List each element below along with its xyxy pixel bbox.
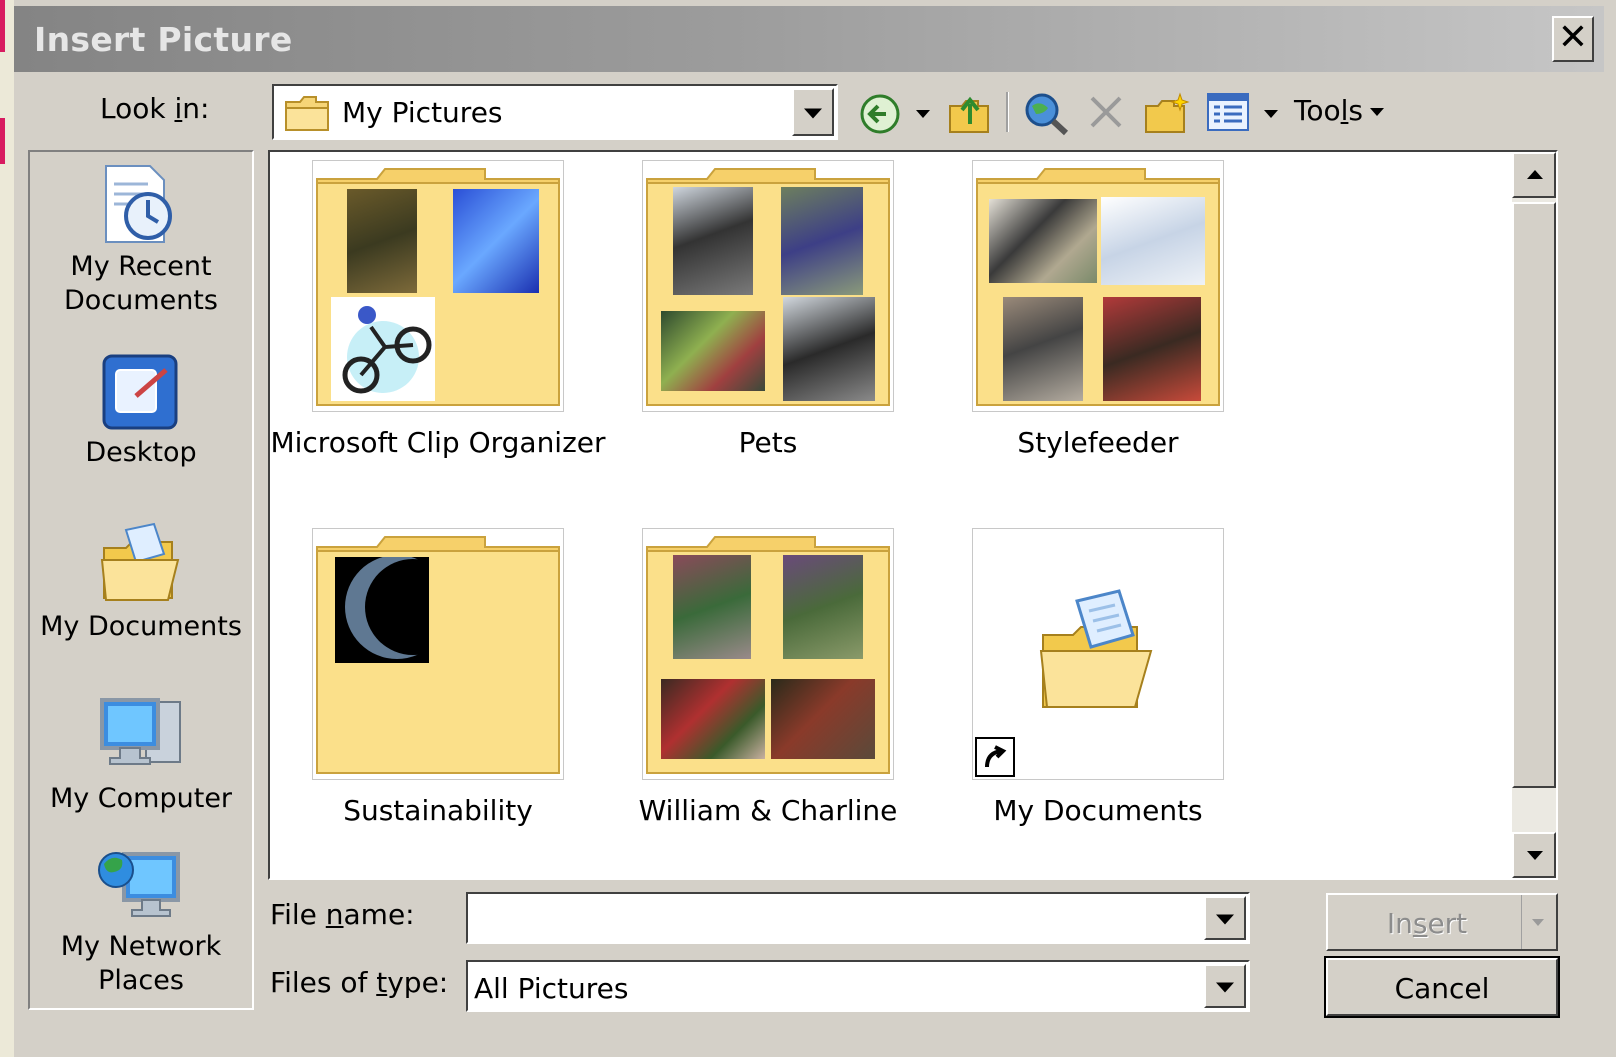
edge-accent: [0, 0, 5, 52]
file-name-label: File name:: [270, 898, 415, 931]
close-button[interactable]: ✕: [1552, 16, 1594, 62]
place-label: My Network: [60, 931, 222, 962]
my-documents-icon: [100, 522, 180, 601]
back-icon[interactable]: [858, 92, 902, 136]
look-in-combo[interactable]: My Pictures: [272, 84, 838, 140]
places-bar: My Recent Documents Desktop My Documents…: [28, 150, 254, 1010]
toolbar-separator: [1006, 92, 1009, 132]
thumbnail-photo: [781, 187, 863, 295]
file-name-combo[interactable]: [466, 892, 1250, 944]
folder-thumbnail: [312, 528, 564, 780]
desktop-icon: [102, 354, 178, 430]
thumbnail-photo: [673, 187, 753, 295]
edge-accent: [0, 118, 5, 164]
thumbnail-photo: [783, 555, 863, 659]
place-label: Places: [98, 965, 184, 996]
place-label: Desktop: [85, 437, 197, 468]
network-places-icon: [98, 852, 180, 917]
search-web-icon[interactable]: [1022, 90, 1070, 136]
insert-options-dropdown[interactable]: [1521, 895, 1556, 949]
thumbnail-photo: [783, 297, 875, 401]
thumbnail-photo: [453, 189, 539, 293]
cancel-button-label: Cancel: [1394, 972, 1490, 1005]
folder-icon: [285, 96, 329, 131]
thumbnail-clipart: [331, 297, 435, 401]
look-in-label: Look in:: [100, 92, 210, 125]
folder-thumbnail: [642, 160, 894, 412]
thumbnail-photo: [1103, 297, 1201, 401]
scroll-down-button[interactable]: [1512, 832, 1556, 878]
file-item-label: Pets: [738, 426, 798, 459]
files-of-type-dropdown-button[interactable]: [1204, 964, 1246, 1008]
cancel-button[interactable]: Cancel: [1324, 956, 1560, 1018]
views-icon[interactable]: [1206, 92, 1250, 132]
file-item-label: William & Charline: [638, 794, 898, 827]
place-label: My Documents: [40, 611, 242, 642]
place-my-computer[interactable]: My Computer: [30, 692, 252, 816]
page-edge-strip: [0, 0, 14, 1057]
delete-icon[interactable]: [1088, 94, 1124, 130]
shortcut-arrow-icon: [975, 737, 1015, 777]
vertical-scrollbar[interactable]: [1512, 152, 1556, 878]
thumbnail-photo: [661, 311, 765, 391]
thumbnail-photo: [661, 679, 765, 759]
place-my-recent-documents[interactable]: My Recent Documents: [30, 160, 252, 318]
new-folder-icon[interactable]: [1142, 90, 1190, 136]
place-my-network-places[interactable]: My Network Places: [30, 844, 252, 998]
thumbnail-photo: [1101, 197, 1205, 285]
file-item-label: Stylefeeder: [1017, 426, 1179, 459]
tools-menu[interactable]: Tools: [1294, 94, 1363, 127]
thumbnail-photo: [673, 555, 751, 659]
title-bar: Insert Picture ✕: [14, 6, 1604, 72]
file-item-label: Sustainability: [343, 794, 533, 827]
files-of-type-combo[interactable]: All Pictures: [466, 960, 1250, 1012]
scrollbar-thumb[interactable]: [1512, 202, 1556, 788]
file-item-label: Microsoft Clip Organizer: [270, 426, 606, 459]
thumbnail-photo: [989, 199, 1097, 283]
file-name-dropdown-button[interactable]: [1204, 896, 1246, 940]
place-label: My Recent: [70, 251, 212, 282]
recent-documents-icon: [105, 165, 172, 243]
place-label: Documents: [64, 285, 218, 316]
views-dropdown-icon[interactable]: [1264, 110, 1278, 118]
close-icon: ✕: [1557, 17, 1589, 58]
place-label: My Computer: [49, 783, 233, 814]
thumbnail-photo: [1003, 297, 1083, 401]
place-my-documents[interactable]: My Documents: [30, 520, 252, 644]
arrow-up-icon: [1527, 170, 1543, 179]
file-list-view[interactable]: Microsoft Clip Organizer Pets Stylefeede…: [268, 150, 1558, 880]
arrow-down-icon: [1527, 851, 1543, 860]
folder-thumbnail: [642, 528, 894, 780]
insert-button[interactable]: Insert: [1326, 893, 1558, 951]
folder-thumbnail: [972, 160, 1224, 412]
insert-button-label: Insert: [1386, 907, 1468, 940]
shortcut-thumbnail: [972, 528, 1224, 780]
look-in-value: My Pictures: [342, 96, 503, 129]
my-computer-icon: [100, 698, 181, 765]
thumbnail-photo: [335, 557, 429, 663]
files-of-type-label: Files of type:: [270, 966, 449, 999]
back-dropdown-icon[interactable]: [916, 110, 930, 118]
my-documents-icon: [1039, 589, 1153, 708]
up-one-level-icon[interactable]: [946, 90, 992, 136]
files-of-type-value: All Pictures: [474, 972, 629, 1005]
scroll-up-button[interactable]: [1512, 152, 1556, 198]
tools-dropdown-icon[interactable]: [1370, 108, 1384, 116]
window-title: Insert Picture: [34, 20, 293, 59]
look-in-dropdown-button[interactable]: [792, 88, 834, 136]
place-desktop[interactable]: Desktop: [30, 350, 252, 470]
file-item-label: My Documents: [993, 794, 1203, 827]
folder-thumbnail: [312, 160, 564, 412]
thumbnail-photo: [771, 679, 875, 759]
thumbnail-photo: [347, 189, 417, 293]
